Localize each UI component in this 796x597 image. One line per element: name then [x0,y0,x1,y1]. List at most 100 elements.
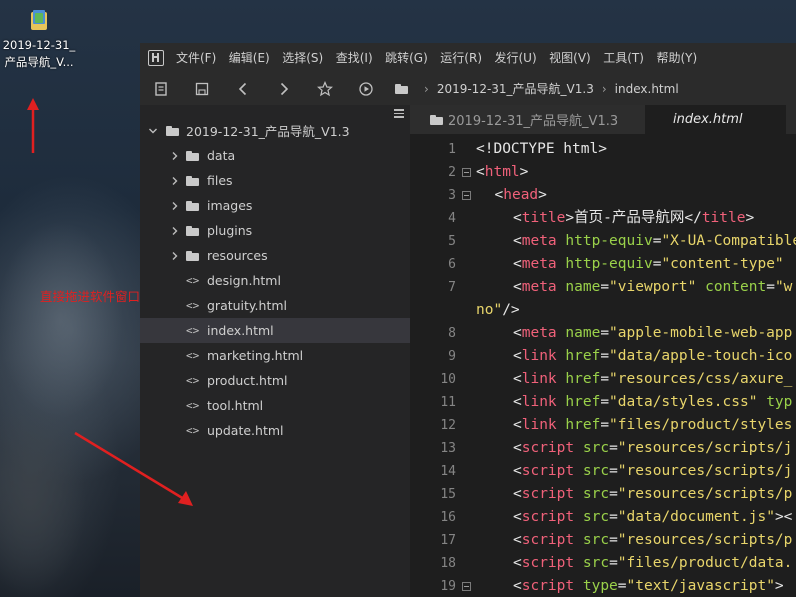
line-number: 17 [440,533,456,548]
folder-icon [394,83,408,94]
line-number: 10 [440,372,456,387]
line-number: 15 [440,487,456,502]
editor-window: 文件(F) 编辑(E) 选择(S) 查找(I) 跳转(G) 运行(R) 发行(U… [140,43,796,597]
code-line[interactable]: 10 <link href="resources/css/axure_ [410,368,796,391]
menu-view[interactable]: 视图(V) [549,49,591,66]
tree-item-label: plugins [207,223,253,238]
menu-edit[interactable]: 编辑(E) [229,49,270,66]
tree-file-product[interactable]: <> product.html [140,368,410,393]
tree-file-marketing[interactable]: <> marketing.html [140,343,410,368]
code-line[interactable]: 11 <link href="data/styles.css" typ [410,391,796,414]
code-line[interactable]: no"/> [410,299,796,322]
menu-select[interactable]: 选择(S) [282,49,323,66]
code-line[interactable]: 2 <html> [410,161,796,184]
code-line[interactable]: 17 <script src="resources/scripts/p [410,529,796,552]
forward-button[interactable] [263,72,304,105]
tree-file-update[interactable]: <> update.html [140,418,410,443]
sidebar-menu-icon[interactable] [394,109,404,118]
tree-folder-files[interactable]: files [140,168,410,193]
fold-toggle-icon[interactable] [462,191,471,200]
project-explorer: 2019-12-31_产品导航_V1.3 data files images p… [140,105,410,597]
tab-project[interactable]: 2019-12-31_产品导航_V1.3 [410,105,645,134]
code-text: <script src="files/product/data. [513,555,793,571]
chevron-right-icon [172,151,178,160]
fold-toggle-icon[interactable] [462,168,471,177]
code-line[interactable]: 6 <meta http-equiv="content-type" [410,253,796,276]
tree-folder-images[interactable]: images [140,193,410,218]
tree-item-label: update.html [207,423,284,438]
tree-item-label: images [207,198,253,213]
tree-root-project[interactable]: 2019-12-31_产品导航_V1.3 [140,118,410,143]
code-file-icon: <> [186,324,200,337]
tree-item-label: design.html [207,273,281,288]
code-line[interactable]: 14 <script src="resources/scripts/j [410,460,796,483]
code-line[interactable]: 8 <meta name="apple-mobile-web-app [410,322,796,345]
code-line[interactable]: 18 <script src="files/product/data. [410,552,796,575]
code-text: <link href="files/product/styles [513,417,793,433]
line-number: 13 [440,441,456,456]
menu-publish[interactable]: 发行(U) [495,49,537,66]
code-text: <meta name="apple-mobile-web-app [513,325,793,341]
code-line[interactable]: 3 <head> [410,184,796,207]
breadcrumb-project[interactable]: 2019-12-31_产品导航_V1.3 [437,80,594,97]
new-file-button[interactable] [140,72,181,105]
tree-folder-plugins[interactable]: plugins [140,218,410,243]
menu-tools[interactable]: 工具(T) [603,49,644,66]
code-text: <script src="resources/scripts/j [513,440,793,456]
code-line[interactable]: 4 <title>首页-产品导航网</title> [410,207,796,230]
back-button[interactable] [222,72,263,105]
code-line[interactable]: 15 <script src="resources/scripts/p [410,483,796,506]
menu-file[interactable]: 文件(F) [176,49,216,66]
line-number: 5 [448,234,456,249]
desktop-folder-shortcut[interactable]: 2019-12-31_ 产品导航_V... [0,6,78,71]
code-line[interactable]: 1 <!DOCTYPE html> [410,138,796,161]
chevron-right-icon [172,251,178,260]
tree-item-label: files [207,173,233,188]
code-text: <html> [476,164,529,180]
tree-item-label: index.html [207,323,274,338]
code-line[interactable]: 7 <meta name="viewport" content="w [410,276,796,299]
tree-file-index[interactable]: <> index.html [140,318,410,343]
tree-file-gratuity[interactable]: <> gratuity.html [140,293,410,318]
run-button[interactable] [345,72,386,105]
tree-folder-resources[interactable]: resources [140,243,410,268]
code-line[interactable]: 16 <script src="data/document.js">< [410,506,796,529]
tree-folder-data[interactable]: data [140,143,410,168]
code-text: <meta http-equiv="content-type" [513,256,784,272]
tree-file-design[interactable]: <> design.html [140,268,410,293]
breadcrumb-folder-button[interactable] [386,72,416,105]
code-editor[interactable]: 1 <!DOCTYPE html> 2 <html> 3 <head> 4 <title>首页… [410,134,796,597]
desktop-icon-label-line2: 产品导航_V... [4,55,74,69]
code-text: <script src="resources/scripts/p [513,532,793,548]
save-button[interactable] [181,72,222,105]
tree-file-tool[interactable]: <> tool.html [140,393,410,418]
line-number: 12 [440,418,456,433]
tab-index-html[interactable]: index.html [645,105,786,134]
code-line[interactable]: 13 <script src="resources/scripts/j [410,437,796,460]
code-text: <meta name="viewport" content="w [513,279,793,295]
menu-help[interactable]: 帮助(Y) [656,49,697,66]
editor-tabbar: 2019-12-31_产品导航_V1.3 index.html [410,105,796,134]
back-icon [238,82,246,95]
code-line[interactable]: 19 <script type="text/javascript"> [410,575,796,597]
code-text: <script type="text/javascript"> [513,578,784,594]
menu-find[interactable]: 查找(I) [336,49,373,66]
code-text: <link href="data/apple-touch-ico [513,348,793,364]
tab-label: 2019-12-31_产品导航_V1.3 [448,114,619,129]
chevron-right-icon [172,226,178,235]
line-number: 1 [448,142,456,157]
menu-run[interactable]: 运行(R) [440,49,482,66]
favorite-button[interactable] [304,72,345,105]
code-line[interactable]: 12 <link href="files/product/styles [410,414,796,437]
tree-item-label: data [207,148,236,163]
menu-goto[interactable]: 跳转(G) [385,49,428,66]
code-file-icon: <> [186,374,200,387]
line-number: 14 [440,464,456,479]
code-line[interactable]: 9 <link href="data/apple-touch-ico [410,345,796,368]
chevron-right-icon [172,176,178,185]
chevron-right-icon [172,201,178,210]
folder-icon [186,200,199,211]
fold-toggle-icon[interactable] [462,582,471,591]
breadcrumb-file[interactable]: index.html [615,82,679,96]
code-line[interactable]: 5 <meta http-equiv="X-UA-Compatible" [410,230,796,253]
